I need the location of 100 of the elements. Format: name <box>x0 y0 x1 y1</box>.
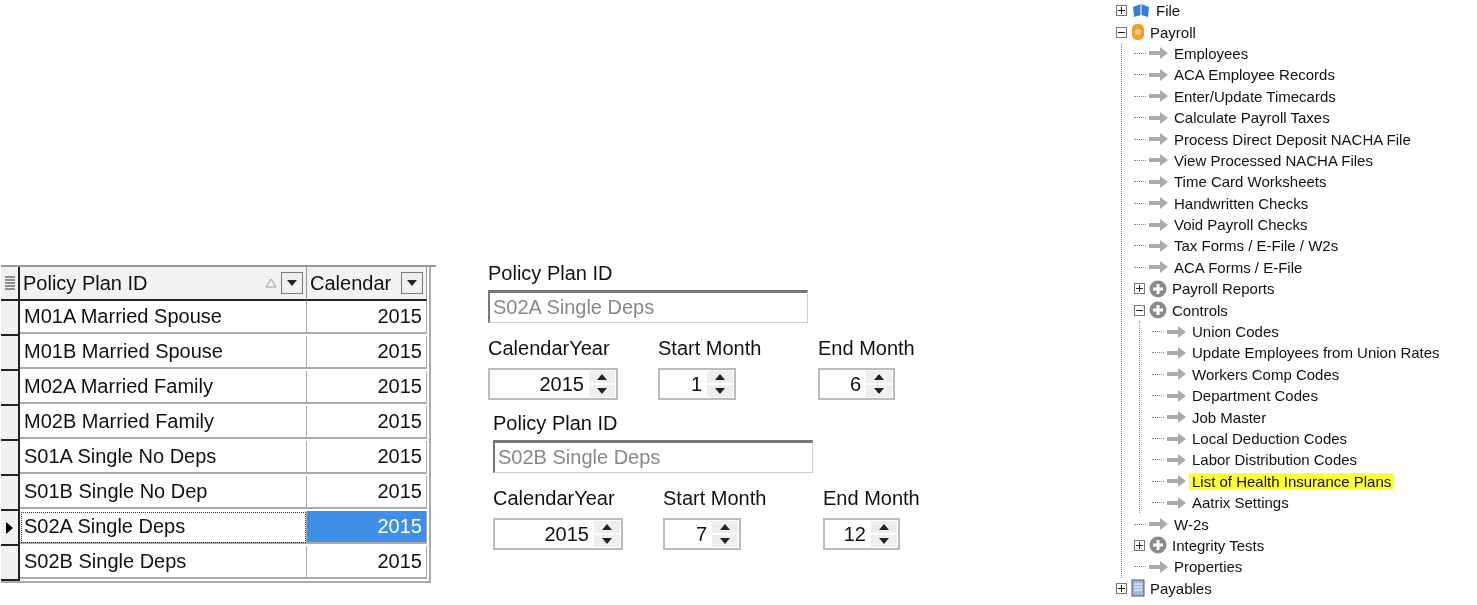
tree-item[interactable]: Union Codes <box>1189 323 1282 341</box>
tree-item[interactable]: Update Employees from Union Rates <box>1189 344 1443 362</box>
expander-toggle[interactable] <box>1134 283 1145 295</box>
increment-button[interactable] <box>594 521 620 533</box>
arrow-icon <box>1167 496 1187 509</box>
increment-button[interactable] <box>707 371 733 383</box>
increment-button[interactable] <box>589 371 615 383</box>
table-cell: S01B Single No Dep <box>20 476 307 509</box>
plus-icon <box>1136 285 1143 293</box>
current-row-icon <box>6 521 13 534</box>
input-field[interactable]: S02B Single Deps <box>493 440 813 473</box>
tree-item[interactable]: Calculate Payroll Taxes <box>1171 109 1333 127</box>
plus-circle-icon <box>1149 536 1167 555</box>
book-icon <box>1131 2 1151 19</box>
tree-item[interactable]: Job Master <box>1189 408 1270 426</box>
up-caret-icon <box>602 524 612 530</box>
decrement-button[interactable] <box>866 385 892 397</box>
table-cell: S01A Single No Deps <box>20 441 307 474</box>
tree-item[interactable]: Handwritten Checks <box>1171 194 1312 212</box>
arrow-icon <box>1149 218 1169 231</box>
tree-item[interactable]: Payroll Reports <box>1169 280 1278 298</box>
table-cell: 2015 <box>307 511 427 544</box>
table-cell: 2015 <box>307 476 427 509</box>
input-field[interactable]: S02A Single Deps <box>488 290 808 323</box>
column-header[interactable]: Policy Plan ID <box>20 267 307 301</box>
filter-dropdown-button[interactable] <box>281 272 303 294</box>
spinner-field[interactable]: 6 <box>818 368 895 400</box>
plus-icon <box>1118 7 1125 15</box>
spinner-field[interactable]: 7 <box>663 518 741 550</box>
arrow-icon <box>1167 389 1187 402</box>
tree-item[interactable]: ACA Forms / E-File <box>1171 258 1306 276</box>
spinner-field[interactable]: 12 <box>823 518 900 550</box>
arrow-icon <box>1167 453 1187 466</box>
row-selector[interactable] <box>1 476 20 511</box>
tree-item[interactable]: Payroll <box>1147 23 1199 41</box>
table-cell: S02A Single Deps <box>20 511 307 544</box>
arrow-icon <box>1167 325 1187 338</box>
tree-item[interactable]: Labor Distribution Codes <box>1189 451 1361 469</box>
table-cell: 2015 <box>307 406 427 439</box>
filter-dropdown-button[interactable] <box>401 272 423 294</box>
tree-item[interactable]: Controls <box>1169 301 1231 319</box>
field-label: CalendarYear <box>488 337 611 360</box>
arrow-icon <box>1167 411 1187 424</box>
arrow-icon <box>1167 475 1187 488</box>
tree-item[interactable]: File <box>1153 2 1184 20</box>
tree-item[interactable]: Time Card Worksheets <box>1171 173 1330 191</box>
up-caret-icon <box>874 374 884 380</box>
increment-button[interactable] <box>871 521 897 533</box>
row-selector[interactable] <box>1 406 20 441</box>
decrement-button[interactable] <box>589 385 615 397</box>
field-label: Start Month <box>658 337 763 360</box>
decrement-button[interactable] <box>712 535 738 547</box>
tree-item[interactable]: W-2s <box>1171 515 1212 533</box>
down-caret-icon <box>715 388 725 394</box>
row-selector[interactable] <box>1 371 20 406</box>
decrement-button[interactable] <box>594 535 620 547</box>
spinner-field[interactable]: 1 <box>658 368 736 400</box>
up-caret-icon <box>597 374 607 380</box>
field-label: Start Month <box>663 487 768 510</box>
row-selector[interactable] <box>1 546 20 581</box>
arrow-icon <box>1149 47 1169 60</box>
tree-item[interactable]: List of Health Insurance Plans <box>1189 472 1395 490</box>
up-caret-icon <box>715 374 725 380</box>
expander-toggle[interactable] <box>1116 5 1127 17</box>
tree-item[interactable]: ACA Employee Records <box>1171 66 1338 84</box>
tree-item[interactable]: Workers Comp Codes <box>1189 365 1343 383</box>
tree-item[interactable]: Local Deduction Codes <box>1189 430 1351 447</box>
field-label: End Month <box>823 487 921 510</box>
tree-item[interactable]: Process Direct Deposit NACHA File <box>1171 130 1414 148</box>
tree-item[interactable]: Properties <box>1171 558 1246 576</box>
expander-toggle[interactable] <box>1134 539 1145 551</box>
tree-item[interactable]: Enter/Update Timecards <box>1171 87 1339 105</box>
increment-button[interactable] <box>866 371 892 383</box>
tree-item[interactable]: Employees <box>1171 44 1252 62</box>
row-selector[interactable] <box>1 301 20 336</box>
column-chooser-button[interactable] <box>1 267 20 301</box>
arrow-icon <box>1149 518 1169 531</box>
tree-item[interactable]: Department Codes <box>1189 387 1321 405</box>
tree-item[interactable]: Integrity Tests <box>1169 536 1268 554</box>
tree-item[interactable]: Aatrix Settings <box>1189 494 1292 512</box>
decrement-button[interactable] <box>707 385 733 397</box>
tree-item[interactable]: Void Payroll Checks <box>1171 216 1311 234</box>
expander-toggle[interactable] <box>1134 304 1145 316</box>
row-selector[interactable] <box>1 441 20 476</box>
tree-item[interactable]: View Processed NACHA Files <box>1171 151 1376 169</box>
column-header[interactable]: Calendar <box>307 267 427 301</box>
increment-button[interactable] <box>712 521 738 533</box>
spinner-field[interactable]: 2015 <box>488 368 618 400</box>
row-selector[interactable] <box>1 336 20 371</box>
field-label: Policy Plan ID <box>488 262 614 285</box>
tree-item[interactable]: Payables <box>1147 579 1215 597</box>
spinner-field[interactable]: 2015 <box>493 518 623 550</box>
expander-toggle[interactable] <box>1116 582 1127 594</box>
list-icon <box>4 276 15 290</box>
expander-toggle[interactable] <box>1116 26 1127 38</box>
arrow-icon <box>1167 432 1187 445</box>
tree-item[interactable]: Tax Forms / E-File / W2s <box>1171 237 1342 255</box>
arrow-icon <box>1149 175 1169 188</box>
row-selector[interactable] <box>1 511 20 546</box>
decrement-button[interactable] <box>871 535 897 547</box>
